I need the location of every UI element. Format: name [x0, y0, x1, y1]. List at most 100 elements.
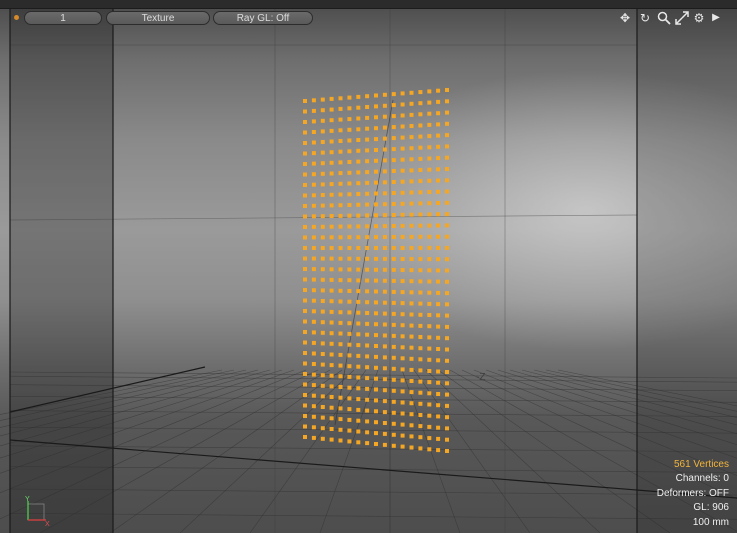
vertex-point[interactable]: [338, 342, 343, 347]
vertex-point[interactable]: [391, 410, 396, 415]
vertex-point[interactable]: [311, 414, 316, 419]
vertex-point[interactable]: [347, 160, 352, 164]
vertex-point[interactable]: [320, 140, 325, 144]
vertex-point[interactable]: [400, 444, 405, 449]
vertex-point[interactable]: [338, 256, 343, 261]
vertex-point[interactable]: [400, 378, 405, 383]
vertex-point[interactable]: [400, 279, 405, 284]
vertex-point[interactable]: [365, 148, 370, 153]
vertex-point[interactable]: [391, 158, 396, 163]
vertex-point[interactable]: [400, 312, 405, 317]
vertex-point[interactable]: [311, 404, 316, 409]
vertex-point[interactable]: [320, 97, 325, 102]
vertex-point[interactable]: [391, 180, 396, 184]
vertex-point[interactable]: [409, 223, 414, 228]
vertex-point[interactable]: [418, 424, 423, 429]
vertex-point[interactable]: [303, 361, 307, 366]
vertex-point[interactable]: [436, 268, 441, 273]
vertex-point[interactable]: [409, 212, 414, 217]
vertex-point[interactable]: [374, 267, 378, 272]
vertex-point[interactable]: [329, 299, 334, 304]
vertex-point[interactable]: [400, 290, 405, 295]
vertex-point[interactable]: [382, 235, 387, 239]
vertex-point[interactable]: [391, 267, 396, 272]
vertex-point[interactable]: [365, 430, 370, 435]
vertex-point[interactable]: [311, 383, 316, 388]
vertex-point[interactable]: [347, 267, 352, 272]
vertex-point[interactable]: [374, 311, 378, 316]
vertex-point[interactable]: [391, 202, 396, 206]
vertex-point[interactable]: [418, 145, 423, 150]
vertex-point[interactable]: [365, 94, 370, 99]
vertex-point[interactable]: [409, 401, 414, 406]
vertex-point[interactable]: [445, 324, 449, 329]
vertex-point[interactable]: [311, 393, 316, 398]
vertex-point[interactable]: [374, 256, 378, 261]
vertex-point[interactable]: [382, 344, 387, 349]
vertex-point[interactable]: [311, 182, 316, 187]
vertex-point[interactable]: [445, 370, 449, 374]
vertex-point[interactable]: [311, 235, 316, 240]
vertex-point[interactable]: [320, 235, 325, 240]
vertex-point[interactable]: [436, 223, 441, 228]
vertex-point[interactable]: [320, 193, 325, 197]
vertex-point[interactable]: [356, 386, 361, 391]
vertex-point[interactable]: [374, 344, 378, 348]
vertex-point[interactable]: [418, 323, 423, 328]
vertex-point[interactable]: [365, 300, 370, 305]
vertex-point[interactable]: [320, 246, 325, 250]
vertex-point[interactable]: [365, 235, 370, 240]
vertex-point[interactable]: [391, 125, 396, 130]
vertex-point[interactable]: [400, 168, 405, 173]
vertex-point[interactable]: [400, 301, 405, 306]
vertex-point[interactable]: [347, 310, 352, 315]
vertex-point[interactable]: [329, 192, 334, 197]
vertex-point[interactable]: [365, 267, 370, 272]
vertex-point[interactable]: [347, 127, 352, 132]
vertex-point[interactable]: [382, 311, 387, 316]
vertex-point[interactable]: [329, 341, 334, 346]
vertex-point[interactable]: [400, 223, 405, 228]
vertex-point[interactable]: [427, 190, 432, 194]
scene-canvas[interactable]: -Z: [0, 0, 737, 533]
vertex-point[interactable]: [338, 117, 343, 122]
vertex-point[interactable]: [347, 192, 352, 197]
vertex-point[interactable]: [347, 396, 352, 401]
vertex-point[interactable]: [329, 203, 334, 208]
vertex-point[interactable]: [436, 335, 441, 340]
vertex-point[interactable]: [374, 180, 378, 185]
vertex-point[interactable]: [418, 268, 423, 273]
vertex-point[interactable]: [320, 352, 325, 356]
vertex-point[interactable]: [311, 98, 316, 103]
vertex-point[interactable]: [329, 320, 334, 325]
vertex-point[interactable]: [382, 147, 387, 152]
vertex-point[interactable]: [374, 137, 378, 142]
vertex-point[interactable]: [418, 134, 423, 139]
vertex-point[interactable]: [356, 310, 361, 315]
vertex-point[interactable]: [303, 372, 307, 376]
vertex-point[interactable]: [365, 115, 370, 120]
vertex-point[interactable]: [382, 92, 387, 97]
vertex-point[interactable]: [374, 354, 378, 359]
vertex-point[interactable]: [320, 426, 325, 431]
vertex-point[interactable]: [347, 342, 352, 347]
vertex-point[interactable]: [311, 256, 316, 261]
vertex-point[interactable]: [365, 441, 370, 446]
vertex-point[interactable]: [400, 102, 405, 107]
vertex-point[interactable]: [303, 288, 307, 292]
vertex-point[interactable]: [445, 110, 449, 115]
vertex-point[interactable]: [391, 147, 396, 152]
vertex-point[interactable]: [382, 421, 387, 425]
rotate-icon[interactable]: ↻: [638, 11, 652, 25]
vertex-point[interactable]: [365, 213, 370, 218]
vertex-point[interactable]: [320, 436, 325, 441]
vertex-point[interactable]: [347, 106, 352, 111]
gear-icon[interactable]: ⚙: [692, 11, 706, 25]
vertex-point[interactable]: [427, 447, 432, 452]
vertex-point[interactable]: [329, 96, 334, 101]
vertex-point[interactable]: [382, 278, 387, 283]
vertex-point[interactable]: [320, 224, 325, 229]
vertex-point[interactable]: [347, 235, 352, 240]
vertex-point[interactable]: [436, 313, 441, 318]
vertex-point[interactable]: [311, 425, 316, 430]
